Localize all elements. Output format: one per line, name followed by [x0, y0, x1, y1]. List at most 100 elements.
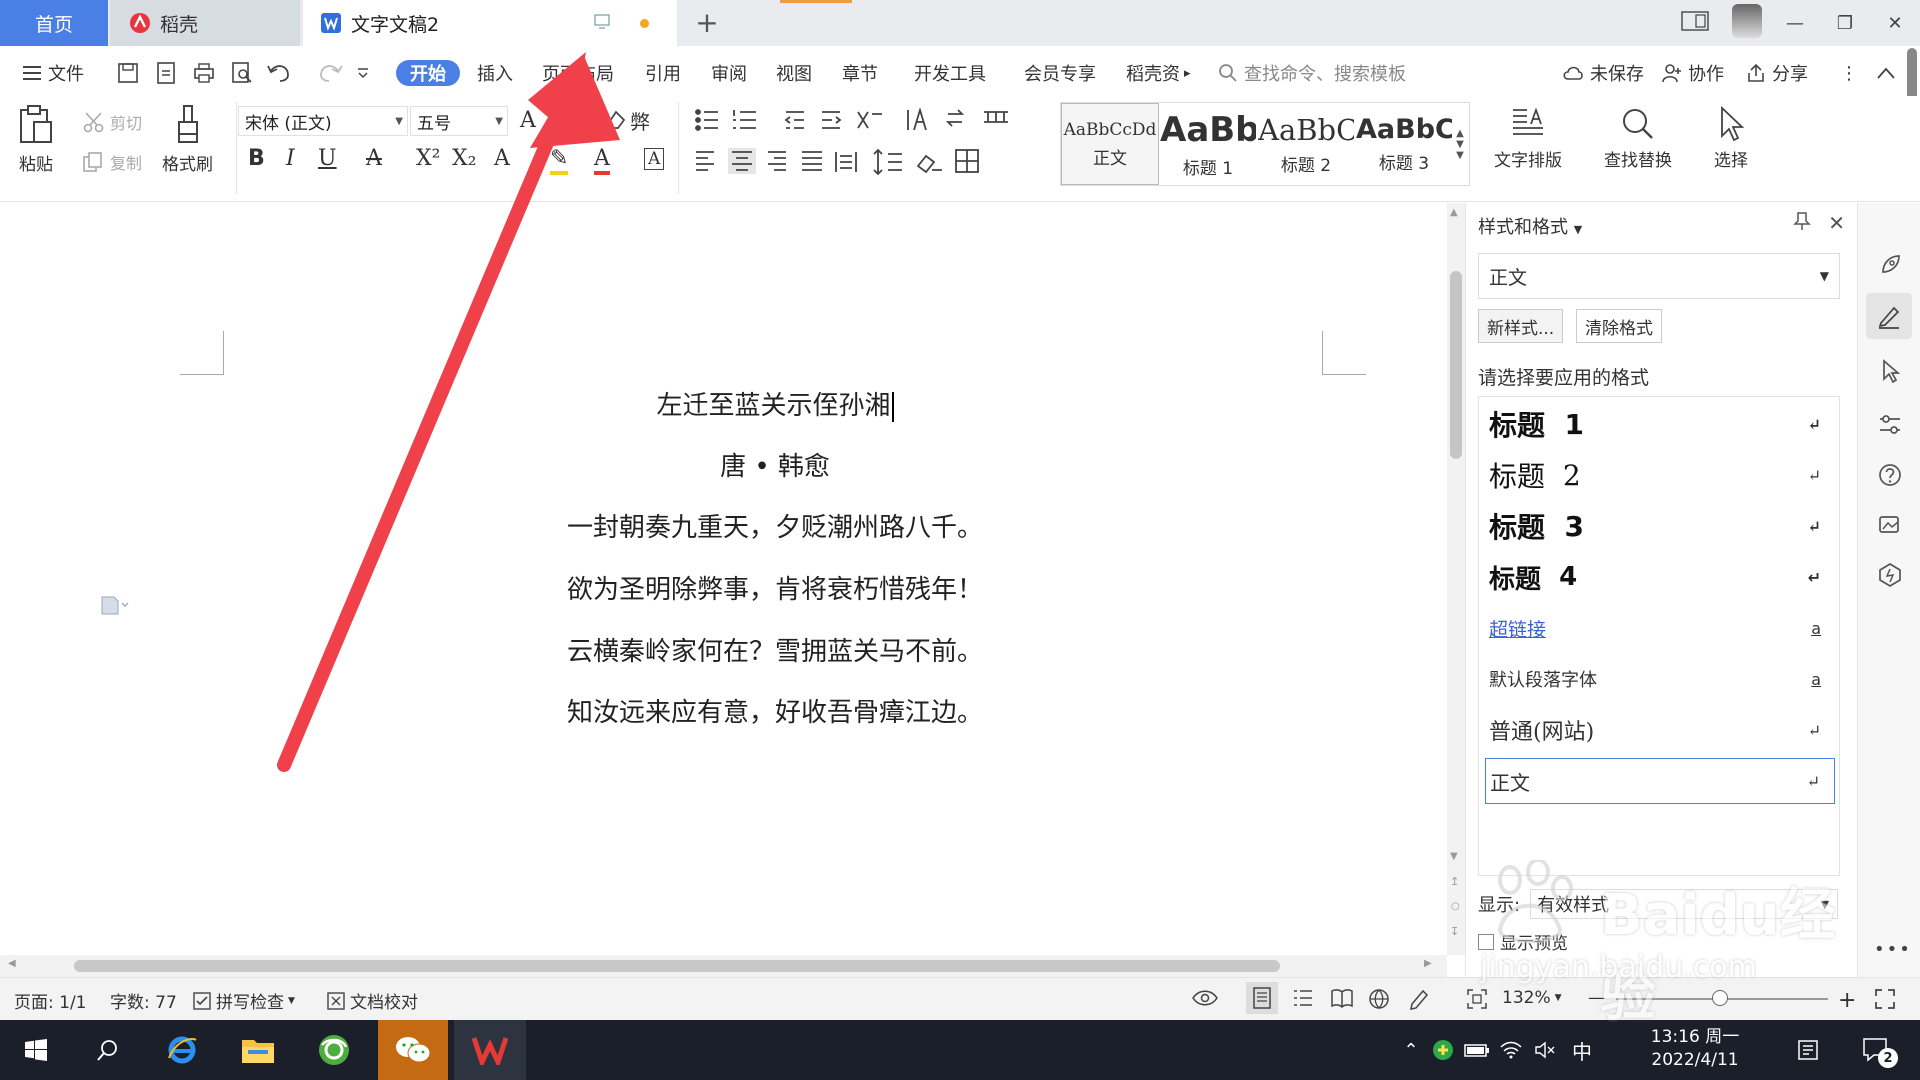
customize-chevron-icon[interactable]: [356, 58, 376, 88]
style-heading-1[interactable]: AaBb 标题 1: [1159, 103, 1257, 185]
close-icon[interactable]: ✕: [1828, 211, 1845, 236]
tab-reference[interactable]: 引用: [645, 58, 681, 88]
poem-line-3[interactable]: 云横秦岭家何在？雪拥蓝关马不前。: [560, 631, 990, 668]
read-view-icon[interactable]: [1330, 988, 1354, 1008]
file-menu[interactable]: 文件: [22, 58, 84, 88]
scroll-right-icon[interactable]: ▶: [1424, 958, 1432, 969]
collab-button[interactable]: 协作: [1662, 58, 1724, 88]
tab-view[interactable]: 视图: [776, 58, 812, 88]
cut-button[interactable]: 剪切: [82, 110, 142, 134]
wps-taskbar-icon[interactable]: [454, 1020, 526, 1080]
style-item-web-normal[interactable]: 普通(网站) ↵: [1485, 707, 1835, 753]
tab-devtools[interactable]: 开发工具: [914, 58, 986, 88]
style-item-heading-2[interactable]: 标题 2 ↵: [1485, 452, 1835, 498]
new-style-button[interactable]: 新样式...: [1478, 309, 1564, 343]
tab-document[interactable]: 文字文稿2: [303, 0, 677, 46]
undo-icon[interactable]: [266, 58, 302, 88]
spell-check-button[interactable]: 拼写检查 ▼: [192, 988, 295, 1013]
doc-proof-button[interactable]: 文档校对: [326, 988, 418, 1013]
style-item-normal[interactable]: 正文 ↵: [1485, 758, 1835, 804]
styles-pen-icon[interactable]: [1866, 293, 1912, 339]
paste-button[interactable]: 粘贴: [18, 104, 54, 175]
rocket-icon[interactable]: [1874, 249, 1906, 281]
scroll-up-icon[interactable]: ▲: [1450, 207, 1458, 218]
tab-home[interactable]: 首页: [0, 0, 108, 46]
style-item-heading-1[interactable]: 标题 1 ↵: [1485, 401, 1835, 447]
vertical-scrollbar[interactable]: ▲ ▼ ↥ ○ ↧: [1447, 203, 1465, 955]
unsaved-button[interactable]: 未保存: [1562, 58, 1644, 88]
close-icon[interactable]: ✕: [1870, 13, 1920, 34]
highlight-icon[interactable]: ✎: [550, 146, 569, 175]
avatar[interactable]: [1720, 3, 1770, 43]
share-button[interactable]: 分享: [1746, 58, 1808, 88]
document-area[interactable]: 左迁至蓝关示侄孙湘 唐 • 韩愈 一封朝奏九重天，夕贬潮州路八千。 欲为圣明除弊…: [0, 203, 1447, 955]
tab-daoke[interactable]: 稻壳: [110, 0, 300, 46]
web-view-icon[interactable]: [1368, 988, 1390, 1010]
subscript-icon[interactable]: X₂: [452, 146, 476, 171]
panel-title[interactable]: 样式和格式 ▼: [1478, 213, 1582, 239]
tab-start[interactable]: 开始: [396, 58, 460, 88]
style-item-hyperlink[interactable]: 超链接 a: [1485, 605, 1835, 651]
current-style-select[interactable]: 正文 ▼: [1478, 253, 1840, 299]
find-replace-button[interactable]: 查找替换: [1604, 106, 1672, 171]
underline-icon[interactable]: U: [318, 146, 337, 171]
wifi-icon[interactable]: [1494, 1041, 1528, 1059]
poem-line-4[interactable]: 知汝远来应有意，好收吾骨瘴江边。: [560, 692, 990, 729]
file-explorer-icon[interactable]: [228, 1020, 288, 1080]
superscript-icon[interactable]: X²: [416, 146, 440, 171]
new-tab-button[interactable]: +: [690, 6, 724, 39]
screen-icon[interactable]: [593, 12, 611, 35]
minimize-icon[interactable]: —: [1770, 13, 1820, 34]
clear-format-icon[interactable]: [604, 108, 628, 136]
collapse-ribbon-icon[interactable]: [1876, 58, 1902, 88]
format-painter-button[interactable]: 格式刷: [162, 104, 213, 175]
battery-icon[interactable]: [1460, 1042, 1494, 1058]
select-pointer-icon[interactable]: [1874, 355, 1906, 387]
style-item-default-font[interactable]: 默认段落字体 a: [1485, 656, 1835, 702]
poem-title[interactable]: 左迁至蓝关示侄孙湘: [560, 385, 990, 422]
poem-line-2[interactable]: 欲为圣明除弊事，肯将衰朽惜残年！: [560, 569, 990, 606]
outline-view-icon[interactable]: [1292, 988, 1314, 1008]
page-view-icon[interactable]: [1246, 982, 1278, 1014]
write-view-icon[interactable]: [1408, 988, 1430, 1010]
restore-icon[interactable]: ❐: [1820, 13, 1870, 34]
tab-review[interactable]: 审阅: [711, 58, 747, 88]
horizontal-scrollbar-thumb[interactable]: [74, 960, 1280, 972]
poem-author[interactable]: 唐 • 韩愈: [560, 446, 990, 483]
help-icon[interactable]: [1874, 459, 1906, 491]
poem-line-1[interactable]: 一封朝奏九重天，夕贬潮州路八千。: [560, 507, 990, 544]
style-gallery-scroll[interactable]: ▲ ▼ ▼: [1453, 103, 1467, 185]
clock[interactable]: 13:16 周一 2022/4/11: [1640, 1026, 1750, 1072]
vertical-scrollbar-thumb[interactable]: [1450, 271, 1462, 459]
layout-icon[interactable]: [1670, 10, 1720, 36]
style-item-heading-4[interactable]: 标题 4 ↵: [1485, 554, 1835, 600]
copy-button[interactable]: 复制: [82, 150, 142, 174]
print-icon[interactable]: [192, 58, 222, 88]
sliders-icon[interactable]: [1874, 409, 1906, 441]
text-effect-icon[interactable]: A: [494, 146, 510, 171]
command-search[interactable]: 查找命令、搜索模板: [1218, 58, 1406, 88]
eye-protect-icon[interactable]: [1192, 988, 1218, 1008]
fullscreen-icon[interactable]: [1874, 988, 1896, 1010]
ie-browser-icon[interactable]: [152, 1020, 212, 1080]
italic-icon[interactable]: I: [286, 146, 295, 171]
bold-icon[interactable]: B: [248, 146, 265, 171]
font-size-select[interactable]: 五号 ▼: [410, 106, 508, 136]
char-border-icon[interactable]: A: [644, 148, 665, 170]
tab-page-layout[interactable]: 页面布局: [542, 58, 614, 88]
ime-indicator[interactable]: 中: [1562, 1036, 1602, 1065]
paragraph-tools[interactable]: [694, 108, 1054, 188]
more-horizontal-icon[interactable]: •••: [1874, 939, 1912, 960]
style-heading-2[interactable]: AaBbC 标题 2: [1257, 103, 1355, 185]
font-color-icon[interactable]: A: [594, 146, 610, 175]
style-item-heading-3[interactable]: 标题 3 ↵: [1485, 503, 1835, 549]
export-pdf-icon[interactable]: [154, 58, 184, 88]
wechat-icon[interactable]: [378, 1020, 448, 1080]
more-vertical-icon[interactable]: ⋮: [1840, 58, 1858, 88]
style-normal[interactable]: AaBbCcDd 正文: [1061, 103, 1159, 185]
clear-format-button[interactable]: 清除格式: [1576, 309, 1662, 343]
font-name-select[interactable]: 宋体 (正文) ▼: [238, 106, 408, 136]
tab-member[interactable]: 会员专享: [1024, 58, 1096, 88]
tab-daoke-resources[interactable]: 稻壳资 ▸: [1126, 58, 1191, 88]
redo-icon[interactable]: [316, 58, 352, 88]
